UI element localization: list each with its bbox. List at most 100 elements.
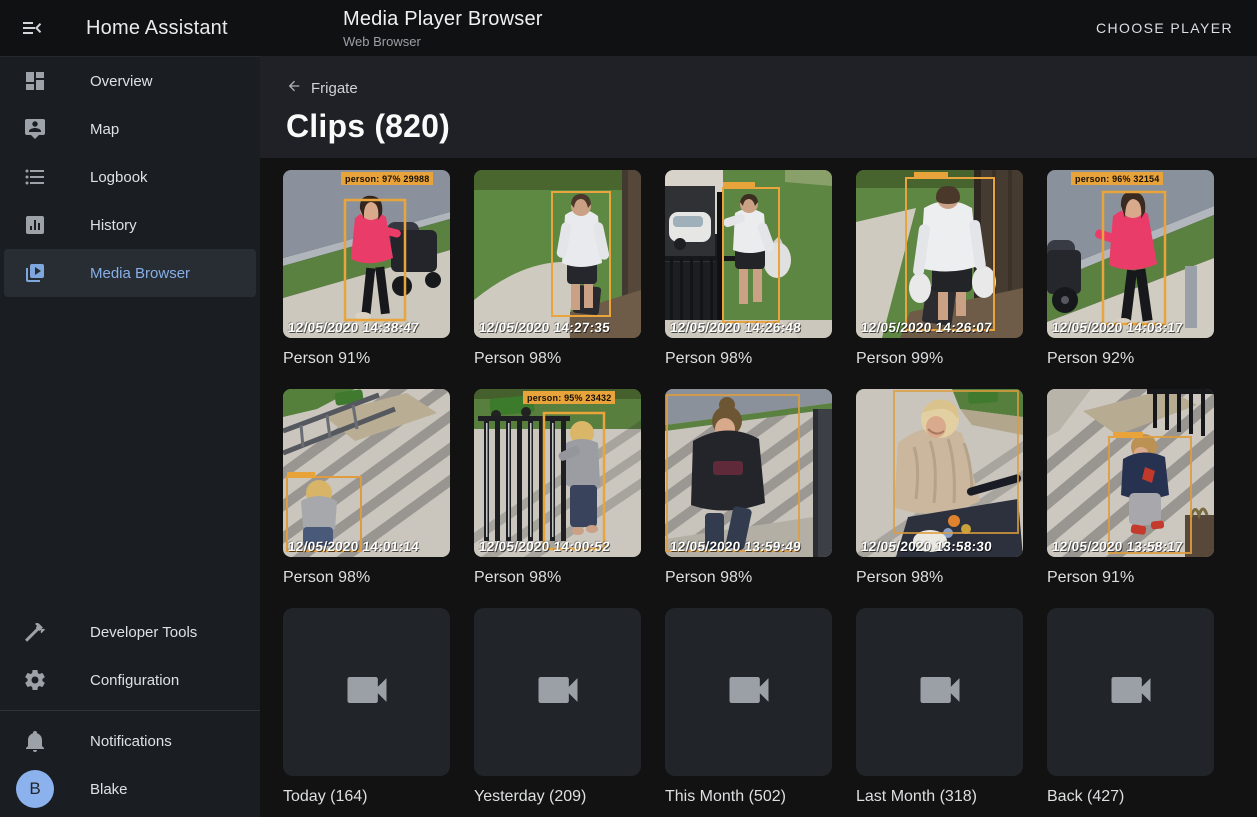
- bar-chart-box-icon: [23, 213, 47, 237]
- map-account-icon: [23, 117, 47, 141]
- folder-thumbnail: [856, 608, 1023, 776]
- sidebar-item-map[interactable]: Map: [4, 105, 256, 153]
- hammer-icon: [23, 620, 47, 644]
- clip-timestamp: 12/05/2020 14:01:14: [287, 539, 419, 554]
- cctv-scene-back-porch: [856, 170, 1023, 338]
- arrow-left-icon: [286, 78, 302, 98]
- sidebar-spacer: [0, 297, 260, 608]
- folder-caption: Last Month (318): [856, 788, 1023, 806]
- sidebar-item-configuration[interactable]: Configuration: [4, 656, 256, 704]
- detection-label: person: 95% 23432: [523, 391, 615, 404]
- cctv-scene-lawn-porch: [474, 170, 641, 338]
- breadcrumb-back-frigate[interactable]: Frigate: [286, 78, 358, 98]
- clip-thumbnail: person: 97% 29988 12/05/2020 14:38:47: [283, 170, 450, 338]
- clip-card[interactable]: 12/05/2020 14:01:14 Person 98%: [283, 389, 450, 587]
- clip-timestamp: 12/05/2020 13:58:30: [860, 539, 992, 554]
- cctv-scene-porch-steps-toddler: [283, 389, 450, 557]
- page-toolbar-title: Media Player Browser Web Browser: [343, 8, 543, 49]
- clip-thumbnail: 12/05/2020 14:01:14: [283, 389, 450, 557]
- clip-card[interactable]: 12/05/2020 13:59:49 Person 98%: [665, 389, 832, 587]
- clip-card[interactable]: 12/05/2020 14:27:35 Person 98%: [474, 170, 641, 368]
- app-name: Home Assistant: [86, 17, 228, 40]
- video-camera-icon: [723, 664, 775, 721]
- clip-card[interactable]: person: 95% 23432 12/05/2020 14:00:52 Pe…: [474, 389, 641, 587]
- folder-card-this-month[interactable]: This Month (502): [665, 608, 832, 806]
- clip-caption: Person 98%: [474, 569, 641, 587]
- clip-thumbnail: 12/05/2020 14:26:07: [856, 170, 1023, 338]
- folder-caption: Yesterday (209): [474, 788, 641, 806]
- choose-player-button[interactable]: CHOOSE PLAYER: [1086, 0, 1243, 56]
- video-camera-icon: [1105, 664, 1157, 721]
- clip-caption: Person 98%: [283, 569, 450, 587]
- media-player-browser-title: Media Player Browser: [343, 8, 543, 31]
- cctv-scene-boy-navy-shirt: [1047, 389, 1214, 557]
- clip-card[interactable]: person: 97% 29988 12/05/2020 14:38:47 Pe…: [283, 170, 450, 368]
- folder-thumbnail: [474, 608, 641, 776]
- media-browser-header: Frigate Clips (820): [260, 56, 1257, 158]
- user-avatar: B: [16, 770, 54, 808]
- folder-thumbnail: [665, 608, 832, 776]
- breadcrumb-label: Frigate: [311, 80, 358, 97]
- media-player-subtitle: Web Browser: [343, 34, 543, 49]
- sidebar: Overview Map Logbook History Media Brows…: [0, 56, 260, 817]
- clips-grid: person: 97% 29988 12/05/2020 14:38:47 Pe…: [260, 158, 1257, 806]
- video-camera-icon: [914, 664, 966, 721]
- folder-caption: Back (427): [1047, 788, 1214, 806]
- clip-card[interactable]: 12/05/2020 14:26:48 Person 98%: [665, 170, 832, 368]
- user-name-label: Blake: [90, 781, 128, 798]
- sidebar-item-developer-tools[interactable]: Developer Tools: [4, 608, 256, 656]
- clip-caption: Person 98%: [474, 350, 641, 368]
- sidebar-item-media-browser[interactable]: Media Browser: [4, 249, 256, 297]
- app-toolbar: Home Assistant Media Player Browser Web …: [0, 0, 1257, 56]
- clip-timestamp: 12/05/2020 13:58:17: [1051, 539, 1183, 554]
- page-title: Clips (820): [286, 108, 1233, 145]
- folder-thumbnail: [283, 608, 450, 776]
- sidebar-toggle-button[interactable]: [8, 4, 56, 52]
- clip-thumbnail: 12/05/2020 14:27:35: [474, 170, 641, 338]
- clip-thumbnail: 12/05/2020 13:58:30: [856, 389, 1023, 557]
- folder-card-back[interactable]: Back (427): [1047, 608, 1214, 806]
- clip-thumbnail: 12/05/2020 14:26:48: [665, 170, 832, 338]
- cctv-scene-sidewalk-stroller: [283, 170, 450, 338]
- video-camera-icon: [532, 664, 584, 721]
- clip-card[interactable]: 12/05/2020 13:58:30 Person 98%: [856, 389, 1023, 587]
- clip-card[interactable]: person: 96% 32154 12/05/2020 14:03:17 Pe…: [1047, 170, 1214, 368]
- sidebar-item-label: Media Browser: [90, 265, 190, 282]
- folder-card-yesterday[interactable]: Yesterday (209): [474, 608, 641, 806]
- clip-caption: Person 98%: [665, 350, 832, 368]
- folder-card-today[interactable]: Today (164): [283, 608, 450, 806]
- folder-card-last-month[interactable]: Last Month (318): [856, 608, 1023, 806]
- dashboard-icon: [23, 69, 47, 93]
- clip-caption: Person 91%: [283, 350, 450, 368]
- list-bulleted-icon: [23, 165, 47, 189]
- cctv-scene-sidewalk-close: [1047, 170, 1214, 338]
- clip-timestamp: 12/05/2020 14:03:17: [1051, 320, 1183, 335]
- clip-caption: Person 92%: [1047, 350, 1214, 368]
- clip-caption: Person 99%: [856, 350, 1023, 368]
- sidebar-item-overview[interactable]: Overview: [4, 57, 256, 105]
- clip-card[interactable]: 12/05/2020 13:58:17 Person 91%: [1047, 389, 1214, 587]
- sidebar-item-user-profile[interactable]: B Blake: [4, 765, 256, 813]
- clip-caption: Person 98%: [856, 569, 1023, 587]
- folder-caption: Today (164): [283, 788, 450, 806]
- clip-timestamp: 12/05/2020 14:00:52: [478, 539, 610, 554]
- clip-card[interactable]: 12/05/2020 14:26:07 Person 99%: [856, 170, 1023, 368]
- clip-thumbnail: person: 96% 32154 12/05/2020 14:03:17: [1047, 170, 1214, 338]
- clip-timestamp: 12/05/2020 14:26:07: [860, 320, 992, 335]
- cctv-scene-garage-gate: [665, 170, 832, 338]
- clip-thumbnail: person: 95% 23432 12/05/2020 14:00:52: [474, 389, 641, 557]
- sidebar-item-notifications[interactable]: Notifications: [4, 717, 256, 765]
- folder-thumbnail: [1047, 608, 1214, 776]
- clip-timestamp: 12/05/2020 14:26:48: [669, 320, 801, 335]
- clip-timestamp: 12/05/2020 13:59:49: [669, 539, 801, 554]
- sidebar-item-label: Developer Tools: [90, 624, 197, 641]
- clip-caption: Person 98%: [665, 569, 832, 587]
- sidebar-item-label: Configuration: [90, 672, 179, 689]
- bell-icon: [23, 729, 47, 753]
- detection-label: person: 97% 29988: [341, 172, 433, 185]
- sidebar-item-label: Notifications: [90, 733, 172, 750]
- sidebar-item-logbook[interactable]: Logbook: [4, 153, 256, 201]
- menu-open-icon: [20, 16, 44, 40]
- sidebar-item-label: History: [90, 217, 137, 234]
- sidebar-item-history[interactable]: History: [4, 201, 256, 249]
